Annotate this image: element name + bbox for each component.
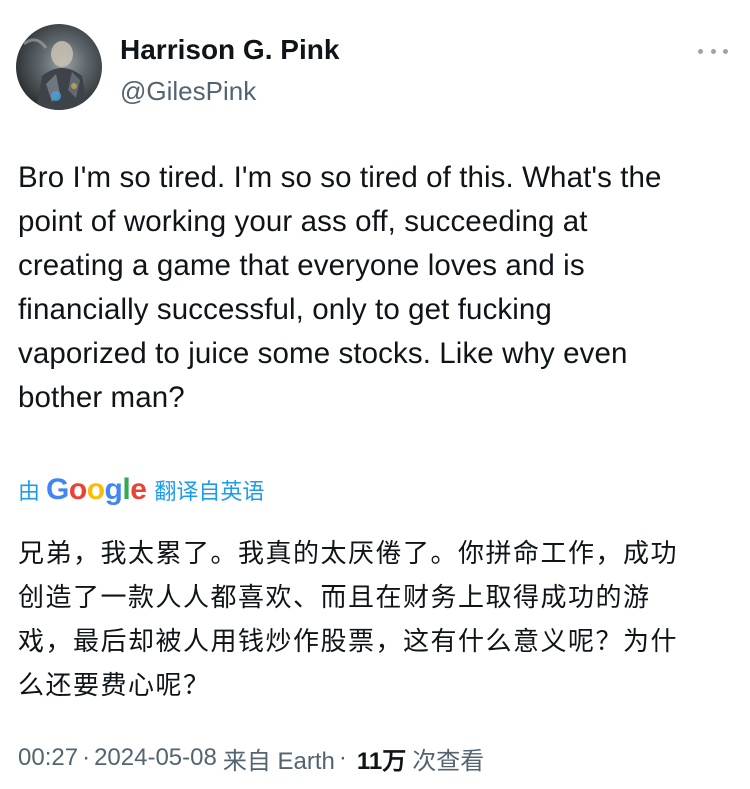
more-dot (698, 48, 703, 54)
meta-separator: · (82, 744, 91, 771)
google-logo-letter: o (68, 473, 87, 506)
tweet-source: 来自 Earth (222, 747, 335, 775)
views-count[interactable]: 11万 (357, 741, 406, 776)
views-label: 次查看 (412, 747, 485, 775)
translation-toggle[interactable]: 由 Google 翻译自英语 (18, 470, 264, 510)
google-logo-letter: g (104, 473, 123, 506)
google-logo-letter: l (122, 473, 131, 506)
tweet-text: Bro I'm so tired. I'm so so tired of thi… (18, 161, 662, 414)
more-horizontal-icon[interactable] (698, 46, 728, 56)
meta-separator: · (338, 744, 347, 771)
translated-by-label: 由 (18, 479, 41, 504)
google-logo-letter: o (86, 473, 105, 506)
author-handle[interactable]: @GilesPink (120, 76, 256, 107)
google-logo-letter: G (46, 473, 69, 506)
more-dot (723, 48, 728, 54)
google-logo: Google (46, 473, 147, 507)
google-logo-letter: e (130, 473, 147, 506)
tweet-card: Harrison G. Pink @GilesPink Bro I'm so t… (0, 0, 750, 789)
more-dot (710, 48, 716, 54)
tweet-date[interactable]: 2024-05-08 (94, 744, 217, 772)
translated-text: 兄弟，我太累了。我真的太厌倦了。你拼命工作，成功 创造了一款人人都喜欢、而且在财… (18, 538, 679, 700)
tweet-header: Harrison G. Pink @GilesPink (16, 24, 734, 114)
author-name[interactable]: Harrison G. Pink (120, 34, 339, 66)
tweet-time[interactable]: 00:27 (18, 744, 78, 772)
tweet-meta: 00:27 · 2024-05-08 来自 Earth · 11万 次查看 (18, 738, 484, 778)
avatar[interactable] (16, 24, 102, 110)
translated-from-label: 翻译自英语 (154, 479, 265, 504)
